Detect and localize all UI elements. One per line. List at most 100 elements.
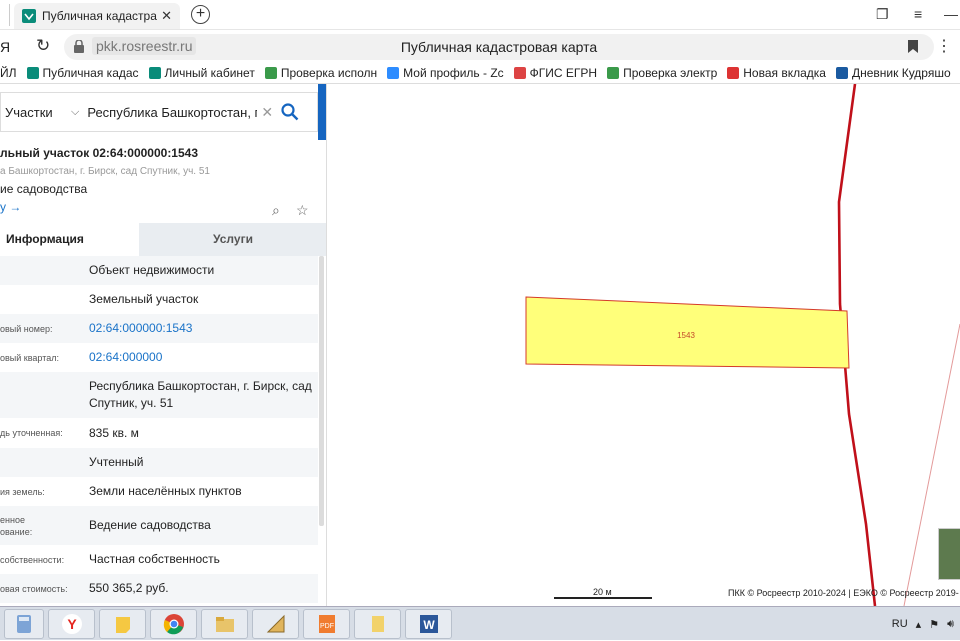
chrome-icon[interactable] <box>150 608 197 639</box>
info-row: Учтенный <box>0 448 318 477</box>
more-link[interactable]: у → <box>0 200 21 214</box>
info-row: овый квартал: 02:64:000000 <box>0 343 318 372</box>
volume-icon[interactable]: 🔊︎ <box>947 618 954 631</box>
egrn-icon <box>513 66 526 79</box>
tab-services[interactable]: Услуги <box>139 223 326 256</box>
file-explorer-icon[interactable] <box>201 608 248 639</box>
info-row: Земельный участок <box>0 285 318 314</box>
bookmark-item[interactable]: Личный кабинет <box>148 65 255 80</box>
check-icon <box>607 66 620 79</box>
bookmark-item[interactable]: Новая вкладка <box>727 66 826 80</box>
bookmarks-bar: ЙЛ Публичная кадас Личный кабинет Проверка … <box>0 62 960 84</box>
check-icon <box>264 66 277 79</box>
info-row-value[interactable]: 02:64:000000 <box>89 349 162 366</box>
tab-information[interactable]: Информация <box>0 223 139 256</box>
search-icon[interactable] <box>281 103 299 121</box>
ruler-icon[interactable] <box>252 608 299 639</box>
bookmark-label: Личный кабинет <box>164 65 255 80</box>
bookmark-label: Дневник Кудряшо <box>851 65 951 80</box>
tab-title: Публичная кадастра <box>42 9 157 23</box>
browser-tabbar: Публичная кадастра ✕ + ❐ ≡ — <box>0 0 960 30</box>
chevron-up-icon[interactable]: ▴ <box>916 618 922 631</box>
reload-icon[interactable]: ↻ <box>36 36 50 56</box>
yandex-browser-icon[interactable]: Y <box>48 608 95 639</box>
bookmark-item[interactable]: Публичная кадас <box>26 65 139 80</box>
notes-icon[interactable] <box>354 608 401 639</box>
map-canvas[interactable]: 1543 <box>328 84 960 606</box>
bookmark-label: ЙЛ <box>0 65 17 80</box>
scrollbar[interactable] <box>319 256 324 526</box>
map-area[interactable]: 1543 20 м ПКК © Росреестр 2010-2024 | ЕЭ… <box>328 84 960 606</box>
tab-rosreestr[interactable]: Публичная кадастра ✕ <box>14 3 180 29</box>
map-copyright: ПКК © Росреестр 2010-2024 | ЕЭКО © Росре… <box>728 588 959 598</box>
basemap-thumbnail[interactable] <box>938 528 960 580</box>
zoom-icon <box>387 66 400 79</box>
calculator-icon[interactable] <box>4 608 44 639</box>
menu-icon[interactable]: ≡ <box>914 6 922 22</box>
search-type-select[interactable]: Участки <box>5 105 71 120</box>
info-row-value: Объект недвижимости <box>89 263 215 277</box>
network-icon[interactable]: ⚑ <box>929 618 939 631</box>
bookmark-item[interactable]: Дневник Кудряшо <box>835 65 951 80</box>
info-row: ия земель: Земли населённых пунктов <box>0 477 318 506</box>
collapse-panel-button[interactable]: ‹ <box>318 84 326 140</box>
taskbar: Y PDF W RU ▴ ⚑ 🔊︎ <box>0 606 960 640</box>
search-box: Участки ⌵ Республика Башкортостан, г. ✕ <box>0 92 318 132</box>
parcel-use: ие садоводства <box>0 182 88 196</box>
language-indicator[interactable]: RU <box>892 618 908 630</box>
info-row-value: Учтенный <box>89 455 144 469</box>
new-tab-button[interactable]: + <box>191 5 210 24</box>
info-panel: Участки ⌵ Республика Башкортостан, г. ✕ … <box>0 84 327 606</box>
info-row-value: Ведение садоводства <box>89 518 211 532</box>
info-row-label: овая стоимость: <box>0 583 68 594</box>
info-row-value: 550 365,2 руб. <box>89 581 169 595</box>
info-tabs: Информация Услуги <box>0 223 326 256</box>
newtab-icon <box>727 66 740 79</box>
info-row: дь уточненная: 835 кв. м <box>0 418 318 448</box>
minimize-tab-icon[interactable]: ❐ <box>876 6 889 23</box>
parcel-address: а Башкортостан, г. Бирск, сад Спутник, у… <box>0 166 210 177</box>
info-row: овый номер: 02:64:000000:1543 <box>0 314 318 343</box>
info-row-label: овый номер: <box>0 323 53 334</box>
bookmark-label: Проверка электр <box>623 65 718 80</box>
info-row: Объект недвижимости <box>0 256 318 285</box>
bookmark-item[interactable]: ФГИС ЕГРН <box>513 65 598 80</box>
more-icon[interactable]: ⋮ <box>936 36 952 56</box>
info-row: енное ование: Ведение садоводства <box>0 506 318 545</box>
bookmark-item[interactable]: ЙЛ <box>0 66 17 80</box>
clear-icon[interactable]: ✕ <box>261 104 273 121</box>
info-row-label: дь уточненная: <box>0 428 63 438</box>
bookmark-label: ФГИС ЕГРН <box>529 65 598 80</box>
es-icon <box>835 66 848 79</box>
bookmark-icon[interactable] <box>908 40 918 53</box>
svg-text:W: W <box>423 618 435 632</box>
chevron-down-icon[interactable]: ⌵ <box>71 106 79 119</box>
url-box[interactable]: pkk.rosreestr.ru Публичная кадастровая к… <box>64 34 934 60</box>
rosreestr-icon <box>148 66 161 79</box>
previous-tab[interactable] <box>0 4 10 26</box>
bookmark-label: Проверка исполн <box>280 65 378 80</box>
info-row-label: ия земель: <box>0 486 45 497</box>
sticky-notes-icon[interactable] <box>99 608 146 639</box>
page-title: Публичная кадастровая карта <box>400 39 598 55</box>
scale-bar <box>554 597 652 599</box>
star-icon[interactable]: ☆ <box>296 202 309 219</box>
pdf-icon[interactable]: PDF <box>303 608 350 639</box>
yandex-button[interactable]: Я <box>0 39 10 55</box>
info-row-value: Земельный участок <box>89 292 199 306</box>
system-tray: RU ▴ ⚑ 🔊︎ <box>892 607 960 641</box>
info-row-value: Земли населённых пунктов <box>89 484 242 498</box>
rosreestr-icon <box>26 66 39 79</box>
word-icon[interactable]: W <box>405 608 452 639</box>
minimize-window-icon[interactable]: — <box>944 6 958 22</box>
info-row-value[interactable]: 02:64:000000:1543 <box>89 320 192 337</box>
info-row: собственности: Частная собственность <box>0 545 318 574</box>
svg-text:PDF: PDF <box>320 623 334 630</box>
zoom-to-icon[interactable]: ⌕ <box>272 202 280 219</box>
bookmark-item[interactable]: Проверка электр <box>607 66 717 80</box>
search-input[interactable]: Республика Башкортостан, г. <box>87 105 257 120</box>
bookmark-label: Публичная кадас <box>42 65 139 80</box>
close-tab-icon[interactable]: ✕ <box>161 8 172 24</box>
bookmark-item[interactable]: Мой профиль - Zc <box>387 66 504 80</box>
bookmark-item[interactable]: Проверка исполн <box>264 65 378 80</box>
